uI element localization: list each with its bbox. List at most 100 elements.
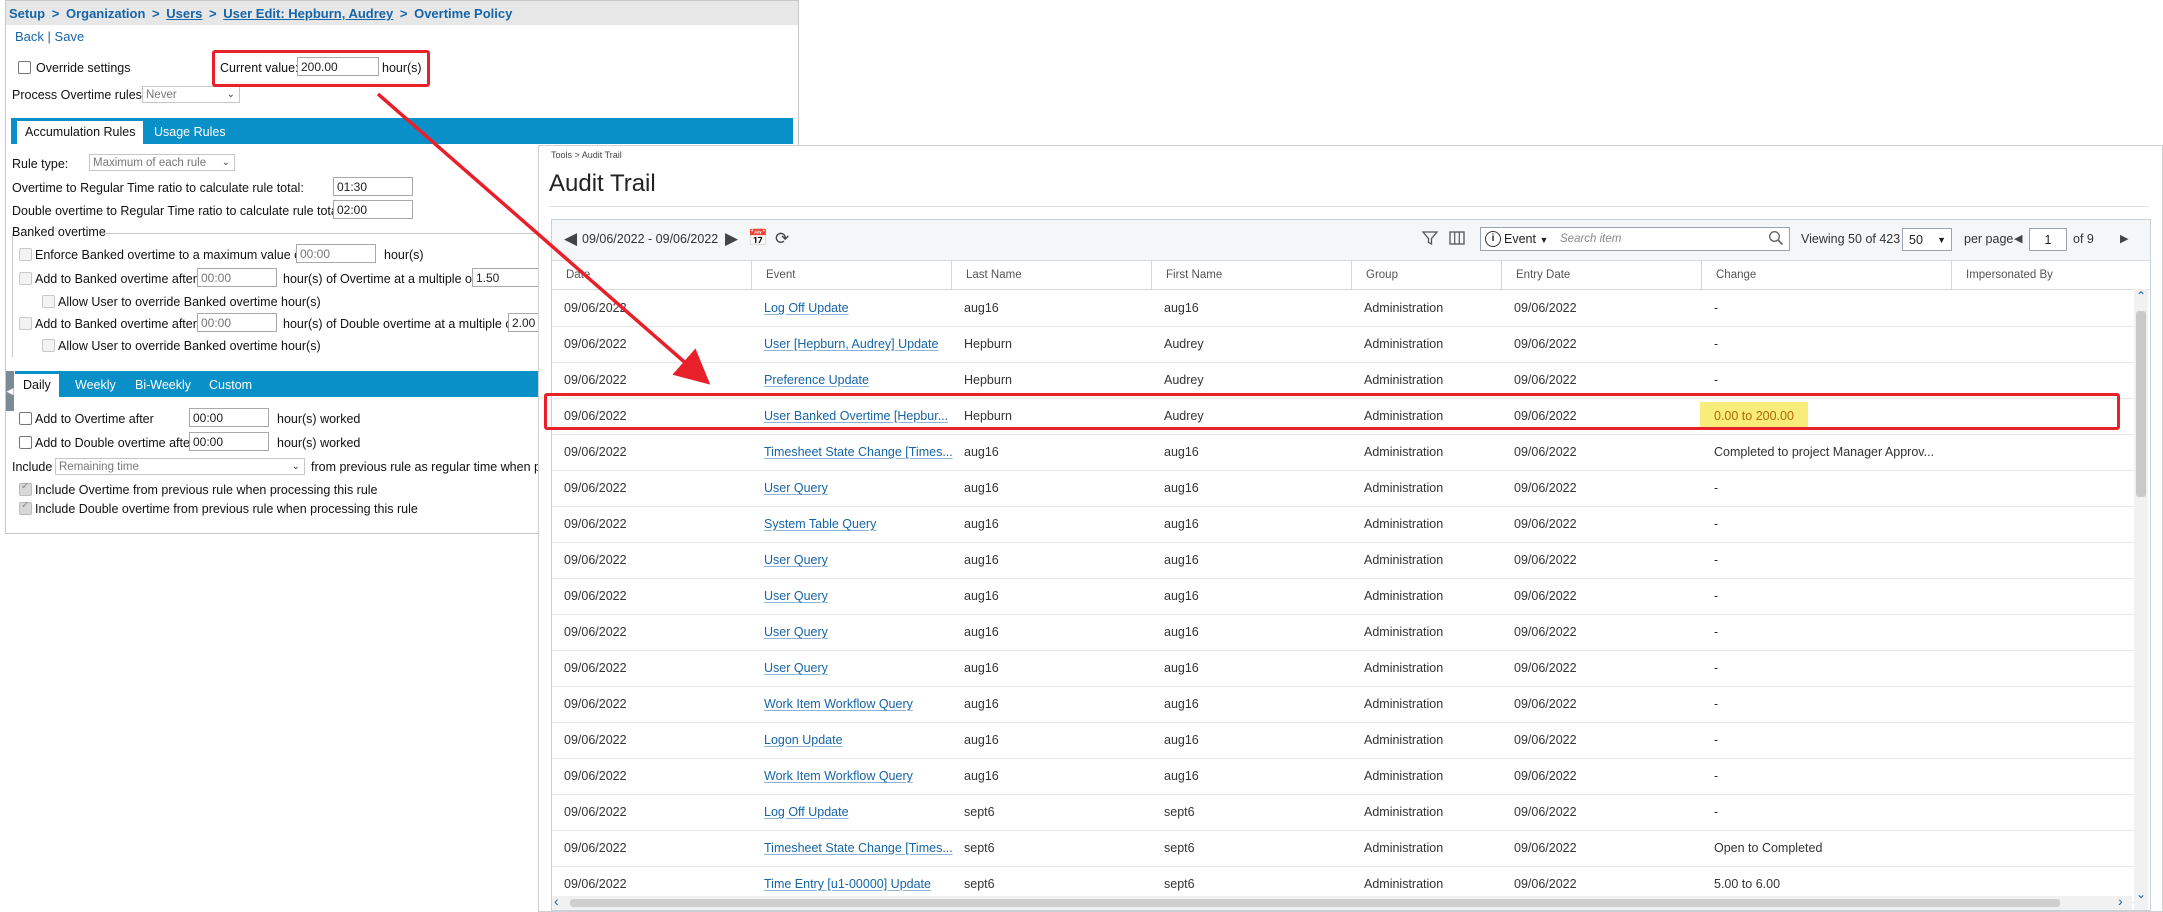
table-row[interactable]: 09/06/2022 Work Item Workflow Query aug16 a… xyxy=(552,686,2142,723)
cell-event[interactable]: Log Off Update xyxy=(764,794,954,830)
column-header-last-name[interactable]: Last Name xyxy=(952,261,1152,289)
scroll-up-icon[interactable]: ⌃ xyxy=(2136,289,2146,303)
add-overtime-checkbox[interactable] xyxy=(19,412,32,425)
cell-event[interactable]: Work Item Workflow Query xyxy=(764,686,954,722)
include-double-overtime-checkbox[interactable] xyxy=(19,500,32,515)
breadcrumb-user-edit[interactable]: User Edit: Hepburn, Audrey xyxy=(223,6,393,21)
tab-accumulation-rules[interactable]: Accumulation Rules xyxy=(17,121,144,144)
breadcrumb-users[interactable]: Users xyxy=(166,6,202,21)
column-header-entry-date[interactable]: Entry Date xyxy=(1502,261,1702,289)
column-header-group[interactable]: Group xyxy=(1352,261,1502,289)
column-header-impersonated-by[interactable]: Impersonated By xyxy=(1952,261,2150,289)
cell-event[interactable]: Work Item Workflow Query xyxy=(764,758,954,794)
cell-event[interactable]: User Query xyxy=(764,470,954,506)
horizontal-scroll-thumb[interactable] xyxy=(570,899,2060,907)
back-link[interactable]: Back xyxy=(15,29,44,44)
column-header-event[interactable]: Event xyxy=(752,261,952,289)
page-number-input[interactable]: 1 xyxy=(2029,228,2067,251)
cell-event[interactable]: User Query xyxy=(764,578,954,614)
cell-first-name: aug16 xyxy=(1164,733,1199,747)
table-row[interactable]: 09/06/2022 Log Off Update sept6 sept6 Admini… xyxy=(552,794,2142,831)
save-link[interactable]: Save xyxy=(55,29,85,44)
cell-event[interactable]: Log Off Update xyxy=(764,290,954,326)
cell-date: 09/06/2022 xyxy=(564,445,627,459)
breadcrumb-setup[interactable]: Setup xyxy=(9,6,45,21)
vertical-scrollbar[interactable]: ⌃ ⌄ xyxy=(2134,289,2148,910)
cell-event[interactable]: Logon Update xyxy=(764,722,954,758)
scroll-down-icon[interactable]: ⌄ xyxy=(2136,887,2146,901)
table-row[interactable]: 09/06/2022 User Query aug16 aug16 Administra… xyxy=(552,542,2142,579)
cell-event[interactable]: Timesheet State Change [Times... xyxy=(764,434,954,470)
banked-overtime-title: Banked overtime xyxy=(12,225,106,239)
add-overtime-input[interactable]: 00:00 xyxy=(189,408,269,427)
cell-event[interactable]: System Table Query xyxy=(764,506,954,542)
override-settings-checkbox[interactable] xyxy=(18,61,31,74)
prev-page-icon[interactable]: ◀ xyxy=(2014,229,2022,249)
dot-ratio-input[interactable]: 02:00 xyxy=(333,200,413,219)
filter-icon[interactable] xyxy=(1421,229,1439,252)
tab-bi-weekly[interactable]: Bi-Weekly xyxy=(127,374,199,397)
tab-usage-rules[interactable]: Usage Rules xyxy=(146,121,234,144)
add-banked-double-checkbox[interactable] xyxy=(19,317,32,330)
columns-icon[interactable] xyxy=(1448,229,1466,252)
add-double-overtime-checkbox[interactable] xyxy=(19,436,32,449)
horizontal-scrollbar[interactable]: ‹ › xyxy=(552,893,2132,910)
cell-event[interactable]: User [Hepburn, Audrey] Update xyxy=(764,326,954,362)
scroll-right-icon[interactable]: › xyxy=(2118,893,2123,909)
add-banked-double-input[interactable]: 00:00 xyxy=(197,313,277,332)
event-filter-dropdown[interactable]: Event ▼ xyxy=(1504,232,1548,246)
add-banked-input[interactable]: 00:00 xyxy=(197,268,277,287)
allow-override-double-checkbox[interactable] xyxy=(42,339,55,352)
per-page-select[interactable]: 50 ▼ xyxy=(1902,228,1952,251)
next-date-icon[interactable]: ▶ xyxy=(725,229,738,249)
table-row[interactable]: 09/06/2022 Timesheet State Change [Times.… xyxy=(552,434,2142,471)
column-header-date[interactable]: Date xyxy=(552,261,752,289)
add-double-overtime-input[interactable]: 00:00 xyxy=(189,432,269,451)
cell-first-name: aug16 xyxy=(1164,589,1199,603)
tab-custom[interactable]: Custom xyxy=(201,374,260,397)
rule-type-select[interactable]: Maximum of each rule ⌄ xyxy=(89,154,235,171)
table-row[interactable]: 09/06/2022 Work Item Workflow Query aug16 a… xyxy=(552,758,2142,795)
include-select[interactable]: Remaining time ⌄ xyxy=(55,458,305,475)
cell-entry-date: 09/06/2022 xyxy=(1514,769,1577,783)
vertical-scroll-thumb[interactable] xyxy=(2136,311,2146,497)
add-banked-multiple-input[interactable]: 1.50 xyxy=(472,268,542,287)
search-input[interactable]: Search item xyxy=(1560,233,1621,245)
cell-event[interactable]: User Query xyxy=(764,650,954,686)
enforce-banked-checkbox[interactable] xyxy=(19,248,32,261)
search-icon[interactable] xyxy=(1768,230,1784,249)
breadcrumb-organization[interactable]: Organization xyxy=(66,6,145,21)
cell-event[interactable]: User Query xyxy=(764,542,954,578)
table-row[interactable]: 09/06/2022 Log Off Update aug16 aug16 Admini… xyxy=(552,290,2142,327)
table-row[interactable]: 09/06/2022 Logon Update aug16 aug16 Administ… xyxy=(552,722,2142,759)
refresh-icon[interactable]: ⟳ xyxy=(775,229,789,249)
table-row[interactable]: 09/06/2022 User Query aug16 aug16 Administra… xyxy=(552,470,2142,507)
prev-date-icon[interactable]: ◀ xyxy=(564,229,577,249)
table-row[interactable]: 09/06/2022 User Query aug16 aug16 Administra… xyxy=(552,614,2142,651)
add-banked-checkbox[interactable] xyxy=(19,272,32,285)
cell-event[interactable]: Timesheet State Change [Times... xyxy=(764,830,954,866)
scroll-left-icon[interactable]: ‹ xyxy=(554,893,559,909)
table-row[interactable]: 09/06/2022 User Query aug16 aug16 Administra… xyxy=(552,650,2142,687)
column-header-change[interactable]: Change xyxy=(1702,261,1952,289)
enforce-banked-input[interactable]: 00:00 xyxy=(296,244,376,263)
cell-date: 09/06/2022 xyxy=(564,661,627,675)
process-rules-select[interactable]: Never ⌄ xyxy=(142,86,240,103)
tab-daily[interactable]: Daily xyxy=(15,374,59,397)
calendar-icon[interactable]: 📅 xyxy=(748,229,768,249)
date-range[interactable]: 09/06/2022 - 09/06/2022 xyxy=(582,232,718,246)
allow-override-checkbox[interactable] xyxy=(42,295,55,308)
table-row[interactable]: 09/06/2022 User Query aug16 aug16 Administra… xyxy=(552,578,2142,615)
include-overtime-checkbox[interactable] xyxy=(19,481,32,496)
table-row[interactable]: 09/06/2022 Timesheet State Change [Times.… xyxy=(552,830,2142,867)
table-row[interactable]: 09/06/2022 User [Hepburn, Audrey] Update H… xyxy=(552,326,2142,363)
ot-ratio-input[interactable]: 01:30 xyxy=(333,177,413,196)
cell-date: 09/06/2022 xyxy=(564,841,627,855)
column-header-first-name[interactable]: First Name xyxy=(1152,261,1352,289)
cell-event[interactable]: User Query xyxy=(764,614,954,650)
tab-weekly[interactable]: Weekly xyxy=(67,374,124,397)
next-page-icon[interactable]: ▶ xyxy=(2120,229,2128,249)
table-row[interactable]: 09/06/2022 System Table Query aug16 aug16 Ad… xyxy=(552,506,2142,543)
cell-last-name: sept6 xyxy=(964,805,995,819)
collapse-handle[interactable]: ◀ xyxy=(6,371,14,411)
